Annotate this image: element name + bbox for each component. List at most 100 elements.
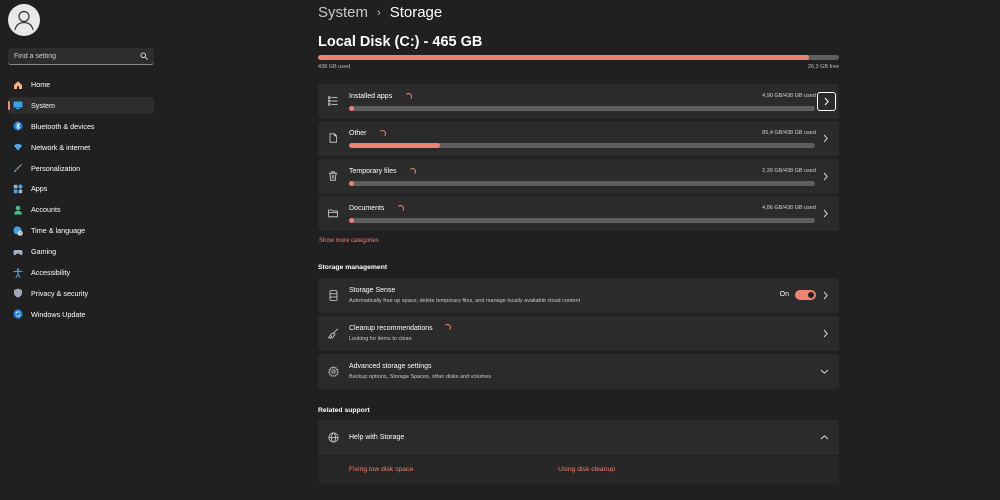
category-usage-bar <box>349 106 815 111</box>
category-label: Documents <box>349 205 385 212</box>
disk-used-label: 438 GB used <box>318 64 351 70</box>
fixing-low-disk-space-link[interactable]: Fixing low disk space <box>349 466 413 473</box>
sidebar-item-label: Gaming <box>31 247 57 257</box>
shield-icon <box>14 289 22 299</box>
advanced-storage-settings-row[interactable]: Advanced storage settings Backup options… <box>318 354 839 389</box>
search-input[interactable] <box>14 49 134 63</box>
sidebar-item-label: System <box>31 100 55 110</box>
sidebar-item-label: Personalization <box>31 163 81 173</box>
accessibility-icon <box>13 267 23 278</box>
other-icon <box>329 133 337 143</box>
home-icon <box>14 80 22 89</box>
broom-icon <box>328 328 339 339</box>
disk-title: Local Disk (C:) - 465 GB <box>318 34 483 50</box>
sidebar-item-system[interactable]: System <box>8 96 154 114</box>
category-size: 4,90 GB/438 GB used <box>762 93 816 99</box>
sidebar-item-privacy-security[interactable]: Privacy & security <box>8 285 154 302</box>
category-size: 4,86 GB/438 GB used <box>762 205 816 211</box>
sidebar-item-label: Accessibility <box>31 268 71 278</box>
category-installed-apps[interactable]: Installed apps 4,90 GB/438 GB used <box>318 84 839 119</box>
sidebar-item-accounts[interactable]: Accounts <box>8 201 154 218</box>
sidebar-item-network-internet[interactable]: Network & internet <box>8 139 154 156</box>
sidebar-item-home[interactable]: Home <box>8 76 154 93</box>
disk-free-label: 26,3 GB free <box>807 64 839 70</box>
category-usage-bar <box>349 181 815 186</box>
loading-spinner-icon <box>379 130 386 137</box>
accounts-icon <box>14 205 22 215</box>
gamepad-icon <box>13 249 23 255</box>
breadcrumb-system-link[interactable]: System <box>318 4 368 21</box>
using-disk-cleanup-link[interactable]: Using disk cleanup <box>558 466 615 473</box>
chevron-right-icon[interactable] <box>822 172 829 181</box>
help-with-storage-header[interactable]: Help with Storage <box>318 420 839 456</box>
gear-icon <box>328 366 339 377</box>
show-more-categories-link[interactable]: Show more categories <box>319 238 379 244</box>
user-icon <box>14 10 34 31</box>
storage-sense-toggle-state: On <box>779 291 789 298</box>
chevron-right-icon <box>824 97 829 106</box>
avatar[interactable] <box>8 4 40 36</box>
storage-management-heading: Storage management <box>318 264 388 271</box>
globe-icon <box>328 432 339 443</box>
category-usage-fill <box>349 106 355 111</box>
category-label: Temporary files <box>349 168 397 175</box>
search-icon[interactable] <box>140 52 148 60</box>
category-usage-bar <box>349 143 815 148</box>
category-other[interactable]: Other 85,4 GB/438 GB used <box>318 121 839 156</box>
sidebar-item-accessibility[interactable]: Accessibility <box>8 264 154 281</box>
globe-clock-icon <box>13 226 23 236</box>
open-installed-apps-button[interactable] <box>817 92 836 111</box>
sidebar-item-label: Home <box>31 80 51 89</box>
search-box[interactable] <box>8 48 154 65</box>
page-title: Storage <box>389 4 443 21</box>
apps-list-icon <box>328 96 338 106</box>
sidebar-item-label: Accounts <box>31 205 61 215</box>
sidebar-item-apps[interactable]: Apps <box>8 180 154 197</box>
sidebar-item-windows-update[interactable]: Windows Update <box>8 306 154 323</box>
network-icon <box>13 144 23 151</box>
advanced-storage-settings-label: Advanced storage settings <box>349 363 432 370</box>
sidebar-item-label: Network & internet <box>31 142 91 152</box>
breadcrumb: System › Storage <box>318 4 442 21</box>
category-usage-fill <box>349 143 440 148</box>
category-label: Installed apps <box>349 93 393 100</box>
storage-sense-description: Automatically free up space, delete temp… <box>349 297 581 304</box>
breadcrumb-separator-icon: › <box>377 6 381 19</box>
related-support-heading: Related support <box>318 407 370 414</box>
disk-usage-bar <box>318 55 839 60</box>
category-temporary-files[interactable]: Temporary files 2,39 GB/438 GB used <box>318 159 839 194</box>
help-links-row: Fixing low disk space Using disk cleanup <box>318 456 839 484</box>
chevron-right-icon[interactable] <box>822 209 829 218</box>
storage-drive-icon <box>329 290 338 301</box>
storage-sense-toggle[interactable] <box>795 290 816 300</box>
chevron-up-icon[interactable] <box>820 434 829 441</box>
sidebar-item-label: Bluetooth & devices <box>31 121 95 131</box>
category-usage-fill <box>349 181 354 186</box>
sidebar-item-time-language[interactable]: Time & language <box>8 222 154 239</box>
sidebar-item-personalization[interactable]: Personalization <box>8 160 154 177</box>
advanced-storage-settings-description: Backup options, Storage Spaces, other di… <box>349 373 492 380</box>
sidebar-item-label: Privacy & security <box>31 288 89 298</box>
category-size: 85,4 GB/438 GB used <box>762 130 816 136</box>
cleanup-recommendations-row[interactable]: Cleanup recommendations Looking for item… <box>318 316 839 351</box>
chevron-right-icon[interactable] <box>822 291 829 300</box>
category-label: Other <box>349 130 367 137</box>
sidebar: Home System Bluetooth & devices Network … <box>0 0 162 500</box>
cleanup-recommendations-description: Looking for items to clean <box>349 335 412 342</box>
category-documents[interactable]: Documents 4,86 GB/438 GB used <box>318 196 839 231</box>
sidebar-item-gaming[interactable]: Gaming <box>8 243 154 260</box>
update-icon <box>13 309 23 319</box>
help-with-storage-label: Help with Storage <box>349 434 405 441</box>
sidebar-item-label: Apps <box>31 184 48 194</box>
chevron-right-icon[interactable] <box>822 329 829 338</box>
bluetooth-icon <box>13 121 23 131</box>
category-usage-bar <box>349 218 815 223</box>
chevron-down-icon[interactable] <box>820 368 829 375</box>
brush-icon <box>13 163 23 173</box>
loading-spinner-icon <box>444 324 451 331</box>
storage-sense-row[interactable]: Storage Sense Automatically free up spac… <box>318 278 839 313</box>
chevron-right-icon[interactable] <box>822 134 829 143</box>
sidebar-item-label: Time & language <box>31 226 86 236</box>
loading-spinner-icon <box>405 93 412 100</box>
sidebar-item-bluetooth-devices[interactable]: Bluetooth & devices <box>8 118 154 135</box>
